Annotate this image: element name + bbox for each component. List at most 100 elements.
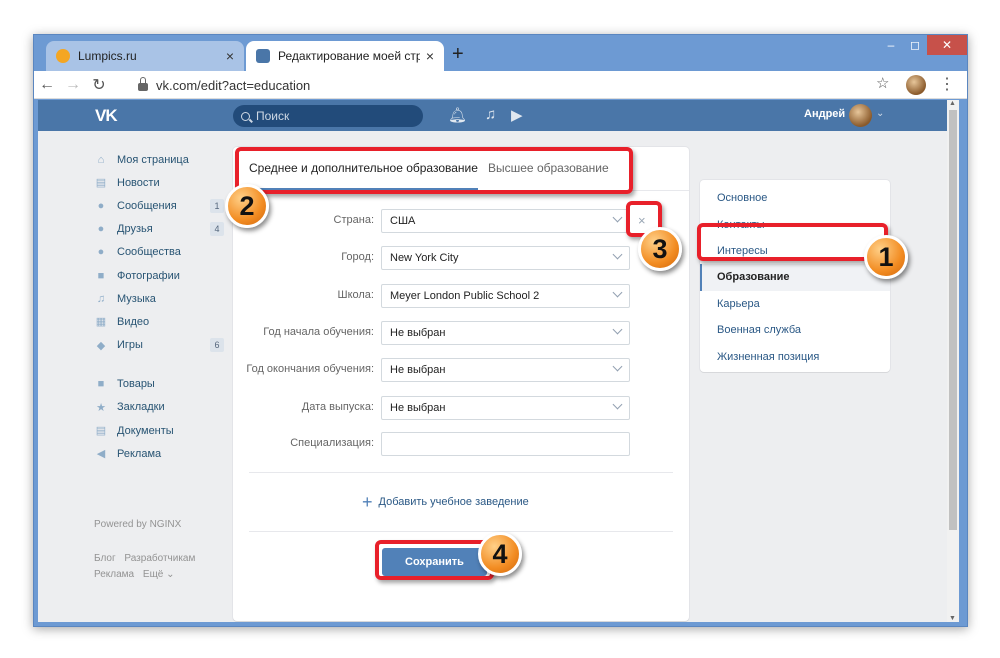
step-badge-3: 3	[638, 227, 682, 271]
divider	[249, 472, 673, 473]
nav-item-goods[interactable]: ■ Товары	[94, 373, 224, 396]
close-tab-icon[interactable]: ×	[426, 48, 434, 64]
maximize-button[interactable]: ◻	[904, 35, 926, 55]
highlight-save-button	[375, 540, 494, 580]
footer-link-blog[interactable]: Блог	[94, 553, 116, 564]
nav-item-photos[interactable]: ■ Фотографии	[94, 264, 224, 287]
address-bar[interactable]: vk.com/edit?act=education	[134, 74, 874, 96]
nav-item-my-page[interactable]: ⌂ Моя страница	[94, 148, 224, 171]
tab-title: Lumpics.ru	[78, 49, 137, 63]
select-value: Не выбран	[390, 402, 446, 414]
vk-logo[interactable]: VK	[95, 106, 118, 126]
nav-item-bookmarks[interactable]: ★ Закладки	[94, 396, 224, 419]
nav-item-news[interactable]: ▤ Новости	[94, 171, 224, 194]
nav-item-ads[interactable]: ◀ Реклама	[94, 442, 224, 465]
highlight-education-tabs	[235, 147, 633, 194]
communities-icon: ●	[97, 246, 105, 259]
nav-label: Товары	[117, 378, 155, 391]
settings-menu: Основное Контакты Интересы Образование К…	[700, 180, 890, 372]
step-badge-4: 4	[478, 532, 522, 576]
select-value: США	[390, 215, 416, 227]
field-country: Страна: США ×	[233, 209, 689, 233]
scroll-thumb[interactable]	[949, 110, 957, 530]
header-avatar[interactable]	[849, 104, 872, 127]
country-select[interactable]: США	[381, 209, 630, 233]
reload-icon[interactable]: ↻	[86, 75, 112, 95]
nav-item-video[interactable]: ▦ Видео	[94, 310, 224, 333]
search-input[interactable]: Поиск	[233, 105, 423, 127]
nav-label: Друзья	[117, 223, 153, 236]
chevron-down-icon	[612, 212, 623, 223]
nav-item-music[interactable]: ♫ Музыка	[94, 287, 224, 310]
field-label: Специализация:	[290, 437, 374, 449]
new-tab-button[interactable]: +	[452, 43, 464, 66]
tab-vk-edit[interactable]: Редактирование моей страниц ×	[246, 41, 444, 71]
lumpics-favicon-icon	[56, 49, 70, 63]
add-school-link[interactable]: + Добавить учебное заведение	[362, 493, 529, 511]
menu-kebab-icon[interactable]: ⋮	[939, 74, 955, 94]
nav-label: Сообщения	[117, 199, 177, 212]
end-year-select[interactable]: Не выбран	[381, 358, 630, 382]
profile-avatar[interactable]	[906, 75, 926, 95]
field-label: Год начала обучения:	[263, 326, 374, 338]
field-label: Школа:	[337, 289, 375, 301]
close-tab-icon[interactable]: ×	[226, 48, 234, 64]
select-value: Не выбран	[390, 364, 446, 376]
nav-item-messages[interactable]: ● Сообщения 1	[94, 194, 224, 217]
nav-label: Закладки	[117, 401, 165, 414]
messages-icon: ●	[97, 199, 105, 212]
nav-item-documents[interactable]: ▤ Документы	[94, 419, 224, 442]
footer-link-more[interactable]: Ещё ⌄	[143, 569, 175, 580]
step-badge-2: 2	[225, 184, 269, 228]
nav-item-communities[interactable]: ● Сообщества	[94, 241, 224, 264]
nav-item-games[interactable]: ◆ Игры 6	[94, 334, 224, 357]
minimize-button[interactable]: ‒	[880, 35, 902, 55]
bookmark-star-icon[interactable]: ☆	[876, 74, 889, 92]
nav-separator	[94, 357, 224, 373]
highlight-education-menu	[697, 223, 888, 261]
tab-strip: Lumpics.ru × Редактирование моей страниц…	[34, 35, 967, 71]
plus-icon: +	[362, 492, 373, 512]
page-scrollbar[interactable]: ▲ ▼	[947, 100, 959, 622]
vk-header: VK Поиск 🔔︎ ♫ ▶ Андрей ⌄	[38, 100, 959, 131]
chevron-down-icon	[612, 287, 623, 298]
bookmarks-icon: ★	[96, 401, 106, 414]
menu-item-career[interactable]: Карьера	[700, 291, 890, 317]
chevron-down-icon	[612, 361, 623, 372]
nav-label: Игры	[117, 339, 143, 352]
menu-item-military[interactable]: Военная служба	[700, 317, 890, 343]
field-start-year: Год начала обучения: Не выбран	[233, 321, 689, 345]
header-username[interactable]: Андрей	[804, 108, 845, 120]
nav-counter: 4	[210, 222, 224, 237]
footer-link-ads[interactable]: Реклама	[94, 569, 134, 580]
ads-icon: ◀	[96, 448, 106, 461]
menu-item-life-position[interactable]: Жизненная позиция	[700, 343, 890, 369]
scroll-up-icon[interactable]: ▲	[949, 100, 956, 107]
goods-icon: ■	[97, 378, 105, 391]
close-window-button[interactable]: ✕	[927, 35, 967, 55]
bell-icon[interactable]: 🔔︎	[448, 106, 467, 124]
nav-item-friends[interactable]: ● Друзья 4	[94, 218, 224, 241]
music-note-icon[interactable]: ♫	[485, 106, 496, 123]
graduation-date-select[interactable]: Не выбран	[381, 396, 630, 420]
scroll-down-icon[interactable]: ▼	[949, 615, 956, 622]
menu-item-education[interactable]: Образование	[700, 264, 890, 291]
school-select[interactable]: Meyer London Public School 2	[381, 284, 630, 308]
nav-label: Видео	[117, 315, 150, 328]
menu-item-general[interactable]: Основное	[700, 185, 890, 211]
step-badge-1: 1	[864, 235, 908, 279]
footer-link-developers[interactable]: Разработчикам	[124, 553, 195, 564]
nav-counter: 1	[210, 198, 224, 213]
field-school: Школа: Meyer London Public School 2	[233, 284, 689, 308]
chevron-down-icon[interactable]: ⌄	[876, 108, 884, 119]
forward-arrow-icon[interactable]: →	[60, 76, 86, 94]
specialization-input[interactable]	[381, 432, 630, 456]
city-select[interactable]: New York City	[381, 246, 630, 270]
back-arrow-icon[interactable]: ←	[34, 76, 60, 94]
nav-label: Новости	[117, 176, 160, 189]
nav-counter: 6	[210, 338, 224, 353]
play-icon[interactable]: ▶	[511, 106, 523, 124]
tab-lumpics[interactable]: Lumpics.ru ×	[46, 41, 244, 71]
field-specialization: Специализация:	[233, 432, 689, 456]
start-year-select[interactable]: Не выбран	[381, 321, 630, 345]
